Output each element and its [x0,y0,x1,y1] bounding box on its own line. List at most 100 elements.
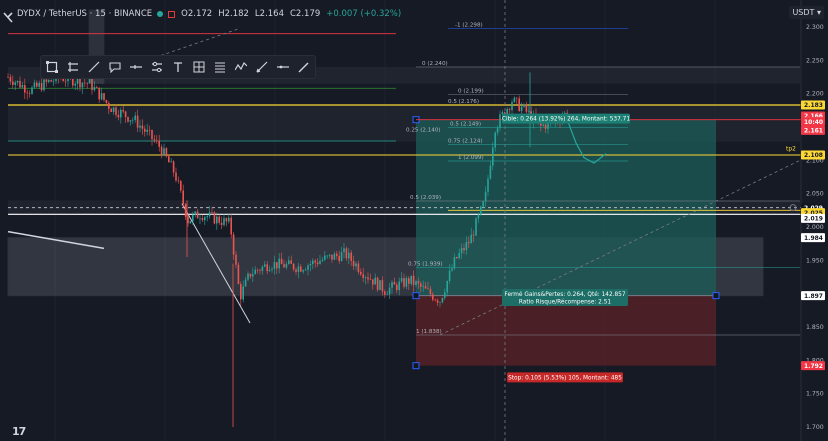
candle-body [367,277,369,280]
arrow-line-icon[interactable] [125,56,146,78]
candle-body [24,85,26,93]
fib-level-label: -1 (2.298) [455,22,483,28]
candle-body [139,125,141,128]
rectangle-icon[interactable] [62,56,83,78]
candle-body [477,214,480,219]
candle-body [357,263,360,272]
candle-body [364,277,367,278]
candle-body [288,260,290,264]
candle-body [489,165,492,179]
candle-body [156,140,158,141]
candle-body [520,106,523,112]
text-note-icon[interactable] [104,56,125,78]
grid-icon[interactable] [189,56,210,78]
candle-body [201,218,204,221]
candle-body [499,114,501,128]
price-tick-label: 2.200 [806,91,824,98]
position-handle [412,292,420,300]
candle-body [460,248,463,254]
candle-body [50,80,52,82]
candle-body [316,262,319,265]
ohlc-low: L2.164 [254,9,284,19]
candle-body [129,120,132,122]
candle-body [216,216,218,224]
candle-body [331,254,333,260]
position-loss-zone [416,295,716,366]
candle-body [309,264,312,266]
candle-body [141,125,144,129]
list-icon[interactable] [210,56,231,78]
candle-body [228,217,230,222]
trend-line-icon[interactable] [83,56,104,78]
candle-body [403,278,405,287]
price-tag-label: 1.984 [804,235,823,242]
flag-icon[interactable] [168,10,176,18]
candle-body [184,204,187,217]
horizontal-line-icon[interactable] [273,56,294,78]
candle-body [453,257,456,269]
chart-area[interactable]: -1 (2.298) 0 (2.240) 0 (2.199) 0.5 (2.176) 0… [0,0,828,441]
candle-body [444,292,446,298]
stop-info-box: Stop: 0.105 (5.53%) 105, Montant: 485 [507,372,623,383]
candle-body [168,156,170,163]
candle-body [7,77,9,78]
candle-body [204,217,206,221]
price-axis-tag: 1.984 [801,233,825,243]
candle-body [16,80,19,83]
candle-body [81,82,84,88]
price-tick-label: 2.250 [806,57,824,64]
candle-body [254,269,256,275]
wave-icon[interactable] [231,56,252,78]
candle-body [158,140,160,147]
candle-body [388,287,391,295]
candle-body [518,98,520,112]
candle-body [237,264,240,284]
tradingview-logo[interactable]: 17 [12,425,26,438]
market-status-icon [157,11,164,17]
candle-body [338,255,340,262]
candle-body [194,211,196,215]
candle-body [484,191,487,202]
candle-body [410,275,412,284]
tp2-label: tp2 [786,145,796,152]
candle-body [242,286,244,300]
candle-body [19,80,21,88]
candle-body [93,86,96,91]
candle-body [398,281,400,291]
fib-level-label: 0.75 (1.939) [408,262,443,268]
candle-body [31,87,33,94]
candle-body [544,124,547,129]
select-box-icon[interactable] [41,56,62,78]
candle-body [52,80,55,82]
symbol-title[interactable]: DYDX / TetherUS · 15 · BINANCE [17,9,152,19]
fib-level-label: 0 (2.199) [458,88,484,94]
price-axis-tag: 2.108 [801,150,825,160]
candle-body [261,266,264,271]
currency-selector[interactable]: USDT ▾ [789,6,824,19]
candle-body [340,252,343,262]
candle-body [43,79,45,91]
sliders-icon[interactable] [146,56,167,78]
brush-icon[interactable] [252,56,273,78]
candle-body [244,279,247,287]
pencil-icon[interactable] [294,56,315,78]
candle-body [369,279,372,280]
text-tool-icon[interactable] [167,56,188,78]
candle-body [513,97,516,103]
candle-body [96,86,98,88]
candle-body [290,260,292,264]
fib-level-label: 0.5 (2.039) [410,195,441,201]
candle-body [516,97,518,99]
candle-body [393,282,396,285]
candle-body [21,85,24,88]
fib-level-label: 0.5 (2.149) [450,122,481,128]
candle-body [480,206,482,215]
candle-body [446,281,448,293]
candle-body [48,80,50,82]
candle-body [465,242,468,251]
candle-body [379,280,381,290]
price-tag-label: 2.019 [804,216,823,223]
candle-body [268,269,271,272]
candle-body [276,262,278,269]
candle-body [170,161,172,163]
